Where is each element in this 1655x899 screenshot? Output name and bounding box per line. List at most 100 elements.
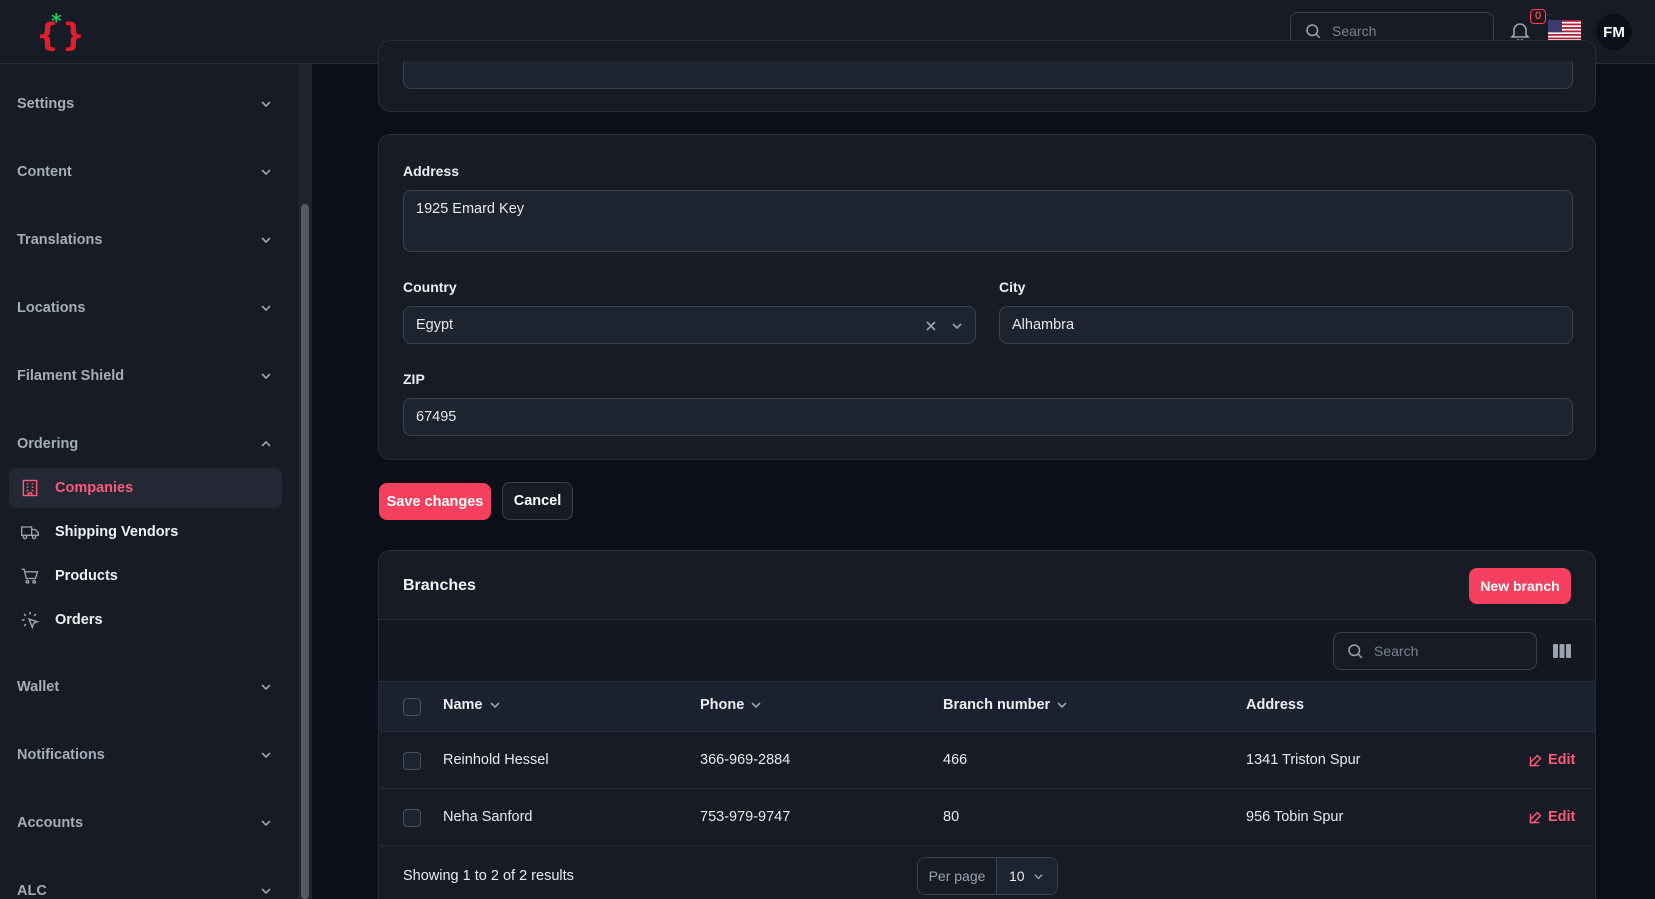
sidebar-group-label: ALC [17, 883, 47, 899]
chevron-down-icon[interactable] [951, 320, 963, 332]
svg-text:}: } [62, 16, 84, 54]
sidebar-group-label: Ordering [17, 436, 79, 452]
column-label: Branch number [943, 697, 1051, 713]
branch-address: 956 Tobin Spur [1246, 809, 1344, 825]
sidebar-group-label: Locations [17, 300, 86, 316]
column-header-phone[interactable]: Phone [700, 697, 762, 713]
chevron-down-icon [261, 888, 271, 895]
chevron-down-icon [261, 237, 271, 244]
sidebar-group-filament-shield[interactable]: Filament Shield [17, 366, 272, 386]
edit-button[interactable]: Edit [1528, 752, 1575, 768]
search-icon [1348, 644, 1363, 659]
zip-label: ZIP [403, 371, 425, 387]
sidebar-item-orders[interactable]: Orders [9, 600, 282, 640]
sidebar-group-settings[interactable]: Settings [17, 94, 272, 114]
city-label: City [999, 279, 1026, 295]
cursor-click-icon [19, 609, 41, 631]
sidebar-item-label: Shipping Vendors [55, 524, 179, 540]
chevron-down-icon [261, 752, 271, 759]
description-textarea[interactable] [403, 61, 1573, 89]
sidebar-group-label: Translations [17, 232, 103, 248]
table-header-row: Name Phone Branch number Address [379, 681, 1595, 731]
sidebar-item-label: Products [55, 568, 118, 584]
sidebar-group-locations[interactable]: Locations [17, 298, 272, 318]
branch-phone: 753-979-9747 [700, 809, 791, 825]
column-label: Phone [700, 697, 745, 713]
user-avatar[interactable]: FM [1596, 14, 1632, 50]
sidebar-group-ordering[interactable]: Ordering [17, 434, 272, 454]
sidebar-group-alc[interactable]: ALC [17, 881, 272, 899]
scrollbar-thumb[interactable] [301, 204, 309, 899]
edit-label: Edit [1548, 809, 1576, 825]
table-row[interactable]: Reinhold Hessel 366-969-2884 466 1341 Tr… [380, 731, 1595, 788]
edit-icon [1529, 754, 1542, 766]
column-header-branch-number[interactable]: Branch number [943, 697, 1068, 713]
description-card [378, 40, 1596, 112]
branch-number: 466 [943, 752, 968, 768]
sidebar-item-companies[interactable]: Companies [9, 468, 282, 508]
per-page-value: 10 [1009, 868, 1025, 884]
columns-icon[interactable] [1552, 642, 1572, 660]
per-page-select[interactable]: Per page 10 [917, 857, 1058, 895]
edit-button[interactable]: Edit [1528, 809, 1575, 825]
city-input[interactable]: Alhambra [999, 306, 1573, 344]
chevron-down-icon [1057, 702, 1067, 709]
chevron-down-icon [261, 305, 271, 312]
column-label: Address [1246, 697, 1305, 713]
country-label: Country [403, 279, 457, 295]
table-search[interactable]: Search [1333, 632, 1537, 670]
branch-phone: 366-969-2884 [700, 752, 791, 768]
branch-address: 1341 Triston Spur [1246, 752, 1361, 768]
search-placeholder: Search [1332, 23, 1377, 39]
chevron-down-icon [261, 169, 271, 176]
address-card: Address 1925 Emard Key Country Egypt Cit… [378, 134, 1596, 460]
cancel-button[interactable]: Cancel [502, 482, 573, 520]
chevron-down-icon [261, 373, 271, 380]
sidebar-group-label: Settings [17, 96, 75, 112]
sidebar-group-label: Notifications [17, 747, 105, 763]
branch-number: 80 [943, 809, 960, 825]
sidebar-group-notifications[interactable]: Notifications [17, 745, 272, 765]
cart-icon [19, 565, 41, 587]
app-logo[interactable]: { } * [34, 9, 85, 54]
table-search-placeholder: Search [1374, 643, 1419, 659]
chevron-down-icon [261, 684, 271, 691]
chevron-up-icon [261, 440, 271, 447]
row-checkbox[interactable] [403, 809, 421, 827]
country-select[interactable]: Egypt [403, 306, 976, 344]
pagination-summary: Showing 1 to 2 of 2 results [403, 868, 574, 884]
branch-name: Reinhold Hessel [443, 752, 549, 768]
address-label: Address [403, 163, 460, 179]
per-page-value-wrap[interactable]: 10 [997, 858, 1057, 894]
branch-name: Neha Sanford [443, 809, 533, 825]
column-label: Name [443, 697, 483, 713]
sidebar-group-translations[interactable]: Translations [17, 230, 272, 250]
chevron-down-icon [1033, 873, 1043, 879]
sidebar-scrollbar[interactable] [298, 64, 312, 899]
row-checkbox[interactable] [403, 752, 421, 770]
new-branch-button[interactable]: New branch [1469, 568, 1571, 604]
save-changes-button[interactable]: Save changes [379, 483, 491, 520]
address-textarea[interactable]: 1925 Emard Key [403, 190, 1573, 252]
sidebar-group-label: Filament Shield [17, 368, 125, 384]
clear-icon[interactable] [924, 319, 938, 333]
country-value: Egypt [416, 317, 454, 333]
sidebar-group-wallet[interactable]: Wallet [17, 677, 272, 697]
select-all-checkbox[interactable] [403, 698, 421, 716]
sidebar: Settings Content Translations Locations … [0, 64, 298, 899]
zip-input[interactable]: 67495 [403, 398, 1573, 436]
sidebar-group-accounts[interactable]: Accounts [17, 813, 272, 833]
edit-icon [1529, 811, 1542, 823]
chevron-down-icon [261, 820, 271, 827]
table-toolbar: Search [379, 619, 1595, 681]
branches-table-card: Branches New branch Search Name Phone Br… [378, 550, 1596, 899]
chevron-down-icon [751, 702, 761, 709]
chevron-down-icon [489, 702, 500, 709]
column-header-name[interactable]: Name [443, 697, 501, 713]
table-row[interactable]: Neha Sanford 753-979-9747 80 956 Tobin S… [380, 788, 1595, 845]
sidebar-item-shipping-vendors[interactable]: Shipping Vendors [9, 512, 282, 552]
sidebar-item-products[interactable]: Products [9, 556, 282, 596]
sidebar-group-content[interactable]: Content [17, 162, 272, 182]
search-icon [1306, 24, 1321, 39]
per-page-label: Per page [918, 858, 997, 894]
